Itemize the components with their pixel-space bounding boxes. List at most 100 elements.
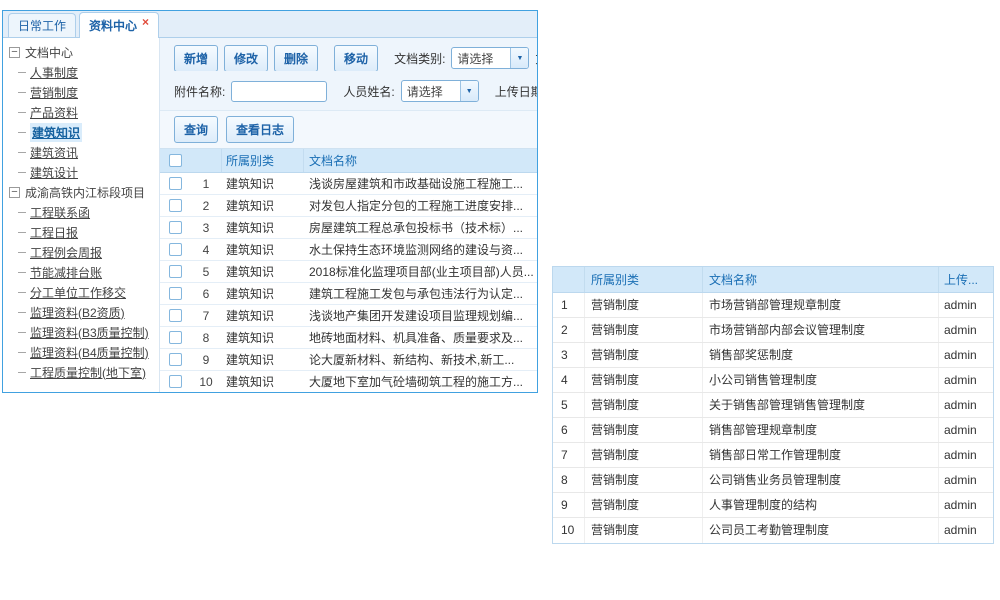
table-row[interactable]: 6 建筑知识 建筑工程施工发包与承包违法行为认定... xyxy=(160,283,537,305)
tree-item[interactable]: − 工程日报 xyxy=(3,222,159,242)
row-category: 建筑知识 xyxy=(222,305,304,326)
row-category: 建筑知识 xyxy=(222,217,304,238)
row-category: 营销制度 xyxy=(585,518,703,543)
tree-item[interactable]: − 营销制度 xyxy=(3,82,159,102)
table-row[interactable]: 5 营销制度 关于销售部管理销售管理制度 admin xyxy=(553,393,993,418)
table-row[interactable]: 10 营销制度 公司员工考勤管理制度 admin xyxy=(553,518,993,543)
checkbox-cell xyxy=(160,217,190,238)
tree-item[interactable]: − 建筑设计 xyxy=(3,162,159,182)
table-row[interactable]: 9 营销制度 人事管理制度的结构 admin xyxy=(553,493,993,518)
table-row[interactable]: 8 营销制度 公司销售业务员管理制度 admin xyxy=(553,468,993,493)
table-row[interactable]: 7 建筑知识 浅谈地产集团开发建设项目监理规划编... xyxy=(160,305,537,327)
tree-item[interactable]: − 文档中心 xyxy=(3,42,159,62)
attachment-name-input[interactable] xyxy=(231,81,327,102)
tree-item-label: 工程质量控制(地下室) xyxy=(30,364,146,381)
close-icon[interactable]: × xyxy=(142,16,149,28)
tree-item[interactable]: − 工程联系函 xyxy=(3,202,159,222)
row-number: 1 xyxy=(553,293,585,317)
row-checkbox[interactable] xyxy=(169,177,182,190)
table-row[interactable]: 9 建筑知识 论大厦新材料、新结构、新技术,新工... xyxy=(160,349,537,371)
row-number: 9 xyxy=(190,349,222,370)
select-all-cell xyxy=(160,149,190,172)
row-uploader: admin xyxy=(939,393,993,417)
tree-item-label: 营销制度 xyxy=(30,84,78,101)
tree-branch-icon xyxy=(18,92,26,93)
tree-item[interactable]: − 分工单位工作移交 xyxy=(3,282,159,302)
row-doc-name: 浅谈房屋建筑和市政基础设施工程施工... xyxy=(304,173,537,194)
row-uploader: admin xyxy=(939,493,993,517)
select-value: 请选择 xyxy=(402,83,460,100)
delete-button[interactable]: 删除 xyxy=(274,45,318,71)
row-number: 5 xyxy=(190,261,222,282)
tree-branch-icon xyxy=(18,152,26,153)
view-log-button[interactable]: 查看日志 xyxy=(226,116,294,143)
row-checkbox[interactable] xyxy=(169,375,182,388)
table-row[interactable]: 5 建筑知识 2018标准化监理项目部(业主项目部)人员... xyxy=(160,261,537,283)
tree-item[interactable]: − 建筑资讯 xyxy=(3,142,159,162)
edit-button[interactable]: 修改 xyxy=(224,45,268,71)
tree-item[interactable]: − 监理资料(B2资质) xyxy=(3,302,159,322)
row-checkbox[interactable] xyxy=(169,199,182,212)
row-checkbox[interactable] xyxy=(169,331,182,344)
table-row[interactable]: 2 营销制度 市场营销部内部会议管理制度 admin xyxy=(553,318,993,343)
table-row[interactable]: 4 营销制度 小公司销售管理制度 admin xyxy=(553,368,993,393)
tree-item[interactable]: − 节能减排台账 xyxy=(3,262,159,282)
select-all-checkbox[interactable] xyxy=(169,154,182,167)
row-category: 营销制度 xyxy=(585,318,703,342)
tree-item-label: 监理资料(B3质量控制) xyxy=(30,324,149,341)
checkbox-cell xyxy=(160,195,190,216)
category-column-header: 所属别类 xyxy=(585,267,703,292)
add-button[interactable]: 新增 xyxy=(174,45,218,71)
tree-item[interactable]: − 人事制度 xyxy=(3,62,159,82)
row-doc-name: 浅谈地产集团开发建设项目监理规划编... xyxy=(304,305,537,326)
tab-data-center[interactable]: 资料中心 × xyxy=(79,12,159,38)
chevron-down-icon[interactable]: ▼ xyxy=(510,48,528,68)
query-button[interactable]: 查询 xyxy=(174,116,218,143)
table-row[interactable]: 8 建筑知识 地砖地面材料、机具准备、质量要求及... xyxy=(160,327,537,349)
table-row[interactable]: 10 建筑知识 大厦地下室加气砼墙砌筑工程的施工方... xyxy=(160,371,537,392)
row-checkbox[interactable] xyxy=(169,309,182,322)
tree-item[interactable]: − 监理资料(B3质量控制) xyxy=(3,322,159,342)
row-category: 建筑知识 xyxy=(222,283,304,304)
table-row[interactable]: 4 建筑知识 水土保持生态环境监测网络的建设与资... xyxy=(160,239,537,261)
row-checkbox[interactable] xyxy=(169,353,182,366)
person-name-select[interactable]: 请选择 ▼ xyxy=(401,80,479,102)
desktop: 日常工作 资料中心 × − 文档中心 − xyxy=(0,0,1000,600)
row-number: 1 xyxy=(190,173,222,194)
tab-daily-work[interactable]: 日常工作 xyxy=(8,13,76,37)
tab-label: 资料中心 xyxy=(89,17,137,34)
chevron-down-icon[interactable]: ▼ xyxy=(460,81,478,101)
filter-fields-row: 附件名称: 人员姓名: 请选择 ▼ 上传日期 xyxy=(174,78,537,104)
table-header: 所属别类 文档名称 xyxy=(160,149,537,173)
row-checkbox[interactable] xyxy=(169,221,182,234)
row-doc-name: 销售部日常工作管理制度 xyxy=(703,443,939,467)
row-number: 5 xyxy=(553,393,585,417)
table-row[interactable]: 1 建筑知识 浅谈房屋建筑和市政基础设施工程施工... xyxy=(160,173,537,195)
doc-category-select[interactable]: 请选择 ▼ xyxy=(451,47,529,69)
row-checkbox[interactable] xyxy=(169,265,182,278)
collapse-icon[interactable]: − xyxy=(9,187,20,198)
document-center-window: 日常工作 资料中心 × − 文档中心 − xyxy=(2,10,538,393)
select-value: 请选择 xyxy=(452,50,510,67)
table-row[interactable]: 6 营销制度 销售部管理规章制度 admin xyxy=(553,418,993,443)
row-doc-name: 水土保持生态环境监测网络的建设与资... xyxy=(304,239,537,260)
tree-branch-icon xyxy=(18,132,26,133)
tree-item[interactable]: − 建筑知识 xyxy=(3,122,159,142)
row-number: 8 xyxy=(553,468,585,492)
table-row[interactable]: 7 营销制度 销售部日常工作管理制度 admin xyxy=(553,443,993,468)
row-doc-name: 地砖地面材料、机具准备、质量要求及... xyxy=(304,327,537,348)
tree-item[interactable]: − 成渝高铁内江标段项目 xyxy=(3,182,159,202)
tree-item[interactable]: − 工程质量控制(地下室) xyxy=(3,362,159,382)
move-button[interactable]: 移动 xyxy=(334,45,378,71)
table-row[interactable]: 3 营销制度 销售部奖惩制度 admin xyxy=(553,343,993,368)
tree-item[interactable]: − 监理资料(B4质量控制) xyxy=(3,342,159,362)
row-checkbox[interactable] xyxy=(169,287,182,300)
row-checkbox[interactable] xyxy=(169,243,182,256)
table-row[interactable]: 2 建筑知识 对发包人指定分包的工程施工进度安排... xyxy=(160,195,537,217)
collapse-icon[interactable]: − xyxy=(9,47,20,58)
table-row[interactable]: 1 营销制度 市场营销部管理规章制度 admin xyxy=(553,293,993,318)
row-doc-name: 销售部奖惩制度 xyxy=(703,343,939,367)
table-row[interactable]: 3 建筑知识 房屋建筑工程总承包投标书（技术标）... xyxy=(160,217,537,239)
tree-item[interactable]: − 产品资料 xyxy=(3,102,159,122)
tree-item[interactable]: − 工程例会周报 xyxy=(3,242,159,262)
